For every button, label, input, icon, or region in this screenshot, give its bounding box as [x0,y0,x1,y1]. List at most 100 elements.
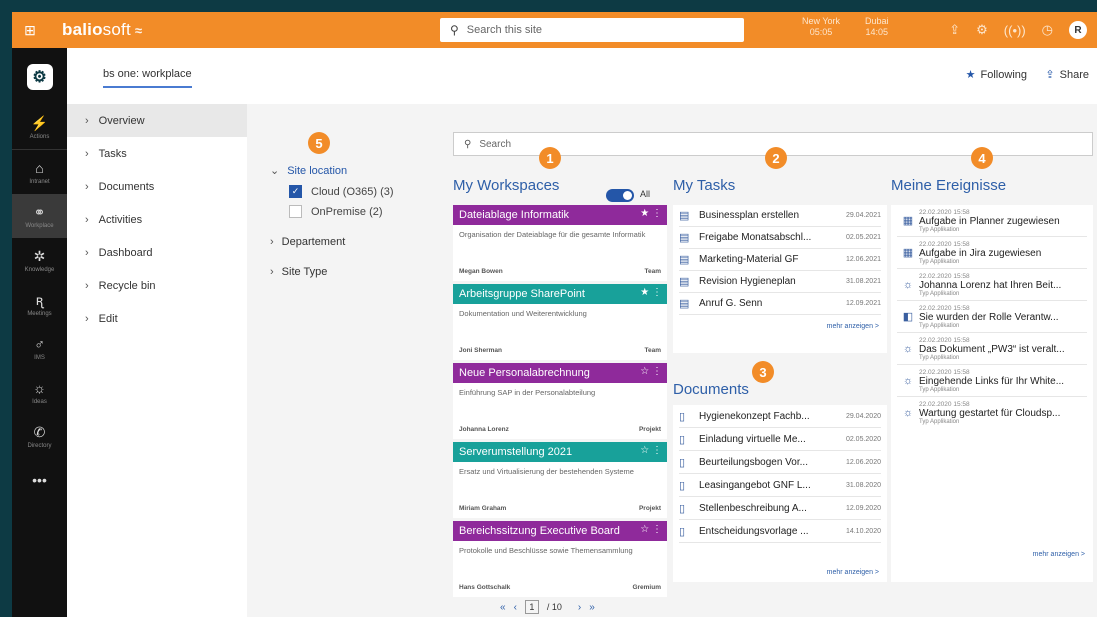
app-launcher-icon[interactable]: ⊞ [12,22,48,39]
filter-site-type[interactable]: › Site Type [270,266,440,278]
event-row[interactable]: ☼ 22.02.2020 15:58 Wartung gestartet für C… [897,397,1087,429]
rail-item-workplace[interactable]: ⚭ Workplace [12,194,67,238]
event-title: Eingehende Links für Ihr White... [919,375,1065,387]
star-icon[interactable]: ★ [640,208,649,219]
broadcast-icon[interactable]: ((•)) [1004,23,1026,38]
event-row[interactable]: ◧ 22.02.2020 15:58 Sie wurden der Rolle Ve… [897,301,1087,333]
task-date: 12.06.2021 [845,256,881,263]
workspace-card[interactable]: Bereichssitzung Executive Board ☆ ⋮ Proto… [453,521,667,597]
workspace-card[interactable]: Neue Personalabrechnung ☆ ⋮ Einführung SA… [453,363,667,439]
nav-label: Tasks [98,147,127,160]
workspace-description: Protokolle und Beschlüsse sowie Themensa… [459,546,633,555]
workspace-description: Ersatz und Virtualisierung der bestehend… [459,467,634,476]
workspace-card[interactable]: Serverumstellung 2021 ☆ ⋮ Ersatz und Virt… [453,442,667,518]
task-row[interactable]: ▤ Revision Hygieneplan 31.08.2021 [679,271,881,293]
nav-item-activities[interactable]: › Activities [67,203,247,236]
document-row[interactable]: ▯ Stellenbeschreibung A... 12.09.2020 [679,497,881,520]
next-page-icon[interactable]: › [578,602,581,613]
document-row[interactable]: ▯ Einladung virtuelle Me... 02.05.2020 [679,428,881,451]
document-row[interactable]: ▯ Leasingangebot GNF L... 31.08.2020 [679,474,881,497]
documents-more-link[interactable]: mehr anzeigen > [673,569,887,576]
events-more-link[interactable]: mehr anzeigen > [891,551,1093,558]
chevron-right-icon: › [85,312,89,325]
more-vertical-icon[interactable]: ⋮ [652,524,662,535]
tasks-more-link[interactable]: mehr anzeigen > [673,323,887,330]
more-vertical-icon[interactable]: ⋮ [652,445,662,456]
more-vertical-icon[interactable]: ⋮ [652,208,662,219]
lightbulb-icon: ☼ [902,342,914,355]
event-row[interactable]: ☼ 22.02.2020 15:58 Das Dokument „PW3“ ist … [897,333,1087,365]
site-search-input[interactable]: ⚲ Search this site [440,18,744,42]
chevron-right-icon: › [85,114,89,127]
rail-item-intranet[interactable]: ⌂ Intranet [12,150,67,194]
rail-item-actions[interactable]: ⚡ Actions [12,106,67,150]
checkbox[interactable] [289,205,302,218]
filter-departement[interactable]: › Departement [270,236,440,248]
document-icon: ▯ [679,525,686,538]
share-button[interactable]: ⇪ Share [1045,68,1089,81]
nav-item-dashboard[interactable]: › Dashboard [67,236,247,269]
task-row[interactable]: ▤ Freigabe Monatsabschl... 02.05.2021 [679,227,881,249]
last-page-icon[interactable]: » [589,602,595,613]
rail-item-ims[interactable]: ♂ IMS [12,326,67,370]
nav-item-overview[interactable]: › Overview [67,104,247,137]
page-number-input[interactable]: 1 [524,600,539,614]
task-row[interactable]: ▤ Marketing-Material GF 12.06.2021 [679,249,881,271]
calendar-icon: ▦ [902,215,914,227]
rail-item-directory[interactable]: ✆ Directory [12,414,67,458]
event-row[interactable]: ☼ 22.02.2020 15:58 Johanna Lorenz hat Ihre… [897,269,1087,301]
rail-item-meetings[interactable]: ꭆ Meetings [12,282,67,326]
document-row[interactable]: ▯ Entscheidungsvorlage ... 14.10.2020 [679,520,881,543]
following-button[interactable]: ★ Following [966,68,1027,81]
following-label: Following [980,69,1027,81]
clock-dubai: Dubai 14:05 [865,16,889,38]
star-icon[interactable]: ☆ [640,524,649,535]
chevron-right-icon: › [85,279,89,292]
prev-page-icon[interactable]: ‹ [514,602,517,613]
app-logo[interactable]: ⚙ [12,48,67,106]
first-page-icon[interactable]: « [500,602,506,613]
star-icon[interactable]: ☆ [640,445,649,456]
filter-option-onpremise[interactable]: OnPremise (2) [289,205,440,218]
checkbox-checked[interactable]: ✓ [289,185,302,198]
more-vertical-icon[interactable]: ⋮ [652,287,662,298]
more-vertical-icon[interactable]: ⋮ [652,366,662,377]
gear-icon[interactable]: ⚙ [976,22,988,38]
workspace-card[interactable]: Arbeitsgruppe SharePoint ★ ⋮ Dokumentatio… [453,284,667,360]
site-title-tab[interactable]: bs one: workplace [103,68,192,88]
star-icon[interactable]: ☆ [640,366,649,377]
workspace-type: Projekt [638,505,661,512]
event-row[interactable]: ☼ 22.02.2020 15:58 Eingehende Links für Ih… [897,365,1087,397]
nav-item-tasks[interactable]: › Tasks [67,137,247,170]
workspace-actions: ★ ⋮ [640,208,662,219]
event-row[interactable]: ▦ 22.02.2020 15:58 Aufgabe in Jira zugewie… [897,237,1087,269]
avatar[interactable]: R [1069,21,1087,39]
rail-item-knowledge[interactable]: ✲ Knowledge [12,238,67,282]
task-row[interactable]: ▤ Anruf G. Senn 12.09.2021 [679,293,881,315]
document-row[interactable]: ▯ Hygienekonzept Fachb... 29.04.2020 [679,405,881,428]
nav-item-edit[interactable]: › Edit [67,302,247,335]
clock-city: Dubai [865,16,889,26]
share-icon[interactable]: ⇪ [949,22,960,38]
workspace-title: Bereichssitzung Executive Board [459,525,620,537]
workspace-card[interactable]: Dateiablage Informatik ★ ⋮ Organisation d… [453,205,667,281]
task-row[interactable]: ▤ Businessplan erstellen 29.04.2021 [679,205,881,227]
document-row[interactable]: ▯ Beurteilungsbogen Vor... 12.06.2020 [679,451,881,474]
brand-logo[interactable]: baliosoft ≈ [62,20,142,40]
clock-icon[interactable]: ◷ [1042,22,1053,38]
filter-site-location[interactable]: ⌄ Site location [270,164,440,178]
chevron-right-icon: › [85,246,89,259]
document-date: 29.04.2020 [845,412,881,420]
all-workspaces-toggle[interactable] [606,189,634,202]
nav-item-documents[interactable]: › Documents [67,170,247,203]
workspace-type: Gremium [632,584,661,591]
event-row[interactable]: ▦ 22.02.2020 15:58 Aufgabe in Planner zuge… [897,205,1087,237]
filter-option-cloud[interactable]: ✓ Cloud (O365) (3) [289,185,440,198]
star-icon[interactable]: ★ [640,287,649,298]
rail-item-ideas[interactable]: ☼ Ideas [12,370,67,414]
site-navigation: › Overview › Tasks › Documents › Activities … [67,104,247,617]
workspace-owner: Johanna Lorenz [459,426,509,433]
rail-more-button[interactable]: ••• [12,458,67,502]
rail-label: Directory [27,442,52,449]
nav-item-recycle-bin[interactable]: › Recycle bin [67,269,247,302]
